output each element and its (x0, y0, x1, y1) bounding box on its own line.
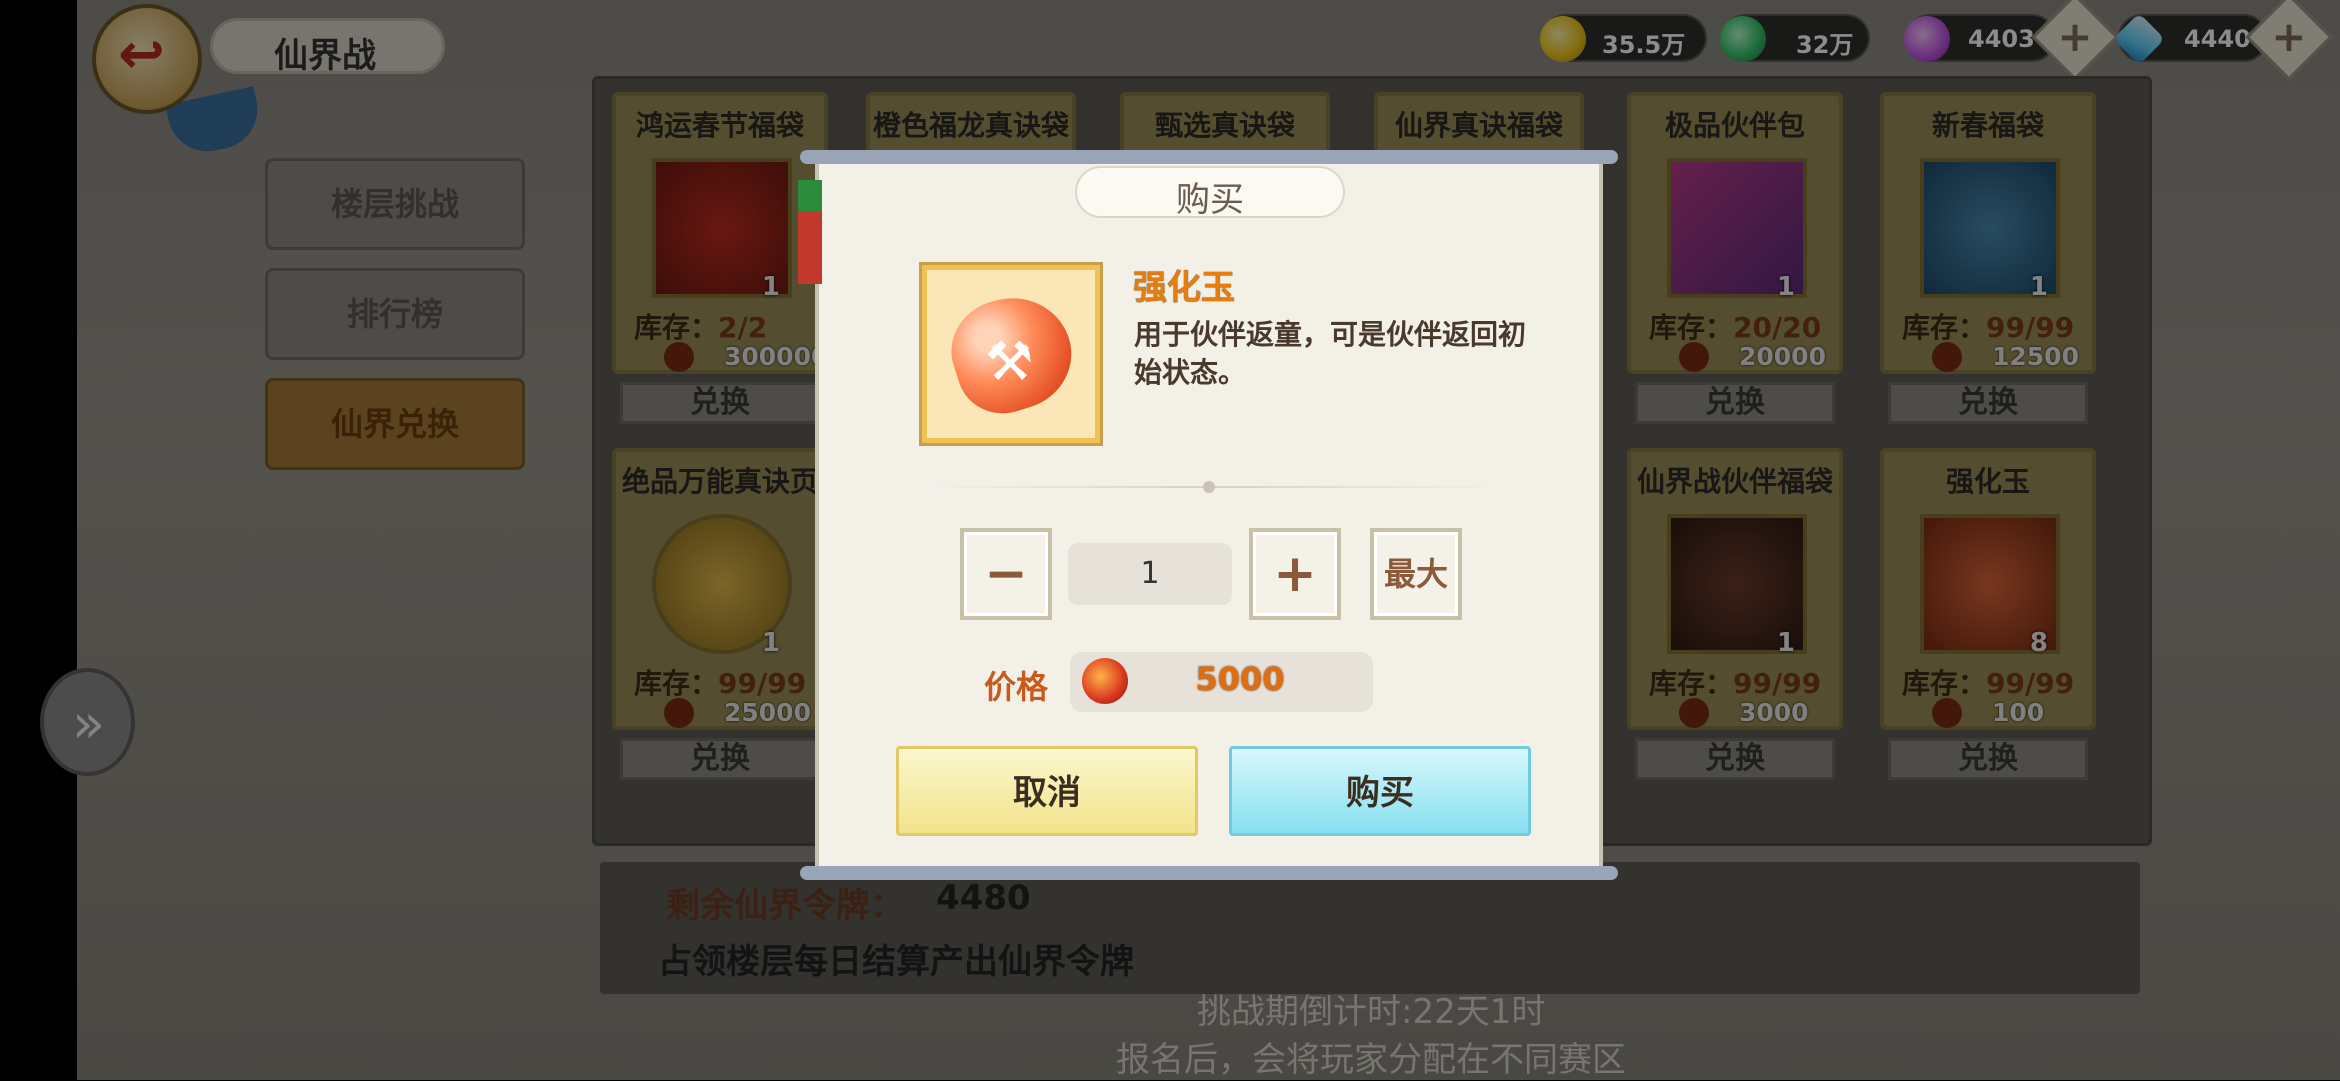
exchange-button[interactable]: 兑换 (620, 738, 820, 780)
exchange-button[interactable]: 兑换 (620, 382, 820, 424)
item-description: 用于伙伴返童，可是伙伴返回初始状态。 (1134, 318, 1527, 389)
hammer-icon: ⚒ (985, 330, 1034, 393)
quantity-field[interactable]: 1 (1068, 543, 1232, 605)
max-quantity-button[interactable]: 最大 (1370, 528, 1462, 620)
countdown-text: 挑战期倒计时:22天1时 (1197, 992, 1546, 1032)
tokens-label: 剩余仙界令牌： (666, 886, 904, 926)
gold-coin-icon (1540, 16, 1586, 62)
item-name: 强化玉 (1133, 268, 1235, 308)
cancel-button[interactable]: 取消 (896, 746, 1198, 836)
tokens-value: 4480 (936, 878, 1031, 918)
scroll-rod (800, 150, 1618, 164)
plus-icon: + (2271, 12, 2307, 61)
exchange-button[interactable]: 兑换 (1888, 382, 2088, 424)
back-arrow-icon: ↩ (118, 22, 165, 87)
shop-card: 绝品万能真诀页 1 库存：99/99 25000 (612, 448, 828, 730)
divider (925, 486, 1505, 488)
screen-edge (0, 0, 77, 1080)
buy-button[interactable]: 购买 (1229, 746, 1531, 836)
exchange-button[interactable]: 兑换 (1635, 738, 1835, 780)
tab-floor-challenge[interactable]: 楼层挑战 (265, 158, 525, 250)
shop-card: 鸿运春节福袋 1 库存：2/2 300000 (612, 92, 828, 374)
token-icon (1082, 658, 1128, 704)
gold-counter: 35.5万 (1540, 14, 1707, 62)
scroll-rod (800, 866, 1618, 880)
expand-button[interactable]: » (40, 668, 135, 776)
gem-counter: 32万 (1720, 14, 1870, 62)
tab-exchange[interactable]: 仙界兑换 (265, 378, 525, 470)
back-button[interactable]: ↩ (92, 4, 202, 114)
shop-card: 极品伙伴包 1 库存：20/20 20000 (1627, 92, 1843, 374)
divider-dot (1203, 481, 1215, 493)
increase-quantity-button[interactable]: + (1249, 528, 1341, 620)
shop-card: 新春福袋 1 库存：99/99 12500 (1880, 92, 2096, 374)
shop-card: 强化玉 8 库存：99/99 100 (1880, 448, 2096, 730)
token-icon (1932, 698, 1962, 728)
game-screen: 仙界战 ↩ 35.5万 32万 4403 + 4440 + 楼层挑战 排行榜 仙… (0, 0, 2340, 1080)
token-tip: 占领楼层每日结算产出仙界令牌 (658, 942, 1134, 982)
shop-card: 仙界战伙伴福袋 1 库存：99/99 3000 (1627, 448, 1843, 730)
chevron-right-icon: » (72, 692, 106, 755)
purple-orb-icon (1904, 16, 1950, 62)
zone-tip: 报名后，会将玩家分配在不同赛区 (1116, 1040, 1626, 1080)
price-label: 价格 (984, 668, 1049, 706)
modal-title: 购买 (1176, 180, 1244, 220)
token-icon (1932, 342, 1962, 372)
plus-icon: + (2057, 12, 2093, 61)
decrease-quantity-button[interactable]: − (960, 528, 1052, 620)
token-icon (1679, 342, 1709, 372)
tab-leaderboard[interactable]: 排行榜 (265, 268, 525, 360)
green-gem-icon (1720, 16, 1766, 62)
token-icon (1679, 698, 1709, 728)
plus-icon: + (1273, 544, 1317, 604)
page-title: 仙界战 (274, 36, 376, 76)
minus-icon: − (984, 544, 1028, 604)
tassel-icon (798, 180, 822, 284)
price-value: 5000 (1195, 660, 1285, 698)
token-icon (664, 342, 694, 372)
title-plate: 仙界战 (210, 18, 445, 76)
exchange-button[interactable]: 兑换 (1635, 382, 1835, 424)
token-icon (664, 698, 694, 728)
exchange-button[interactable]: 兑换 (1888, 738, 2088, 780)
